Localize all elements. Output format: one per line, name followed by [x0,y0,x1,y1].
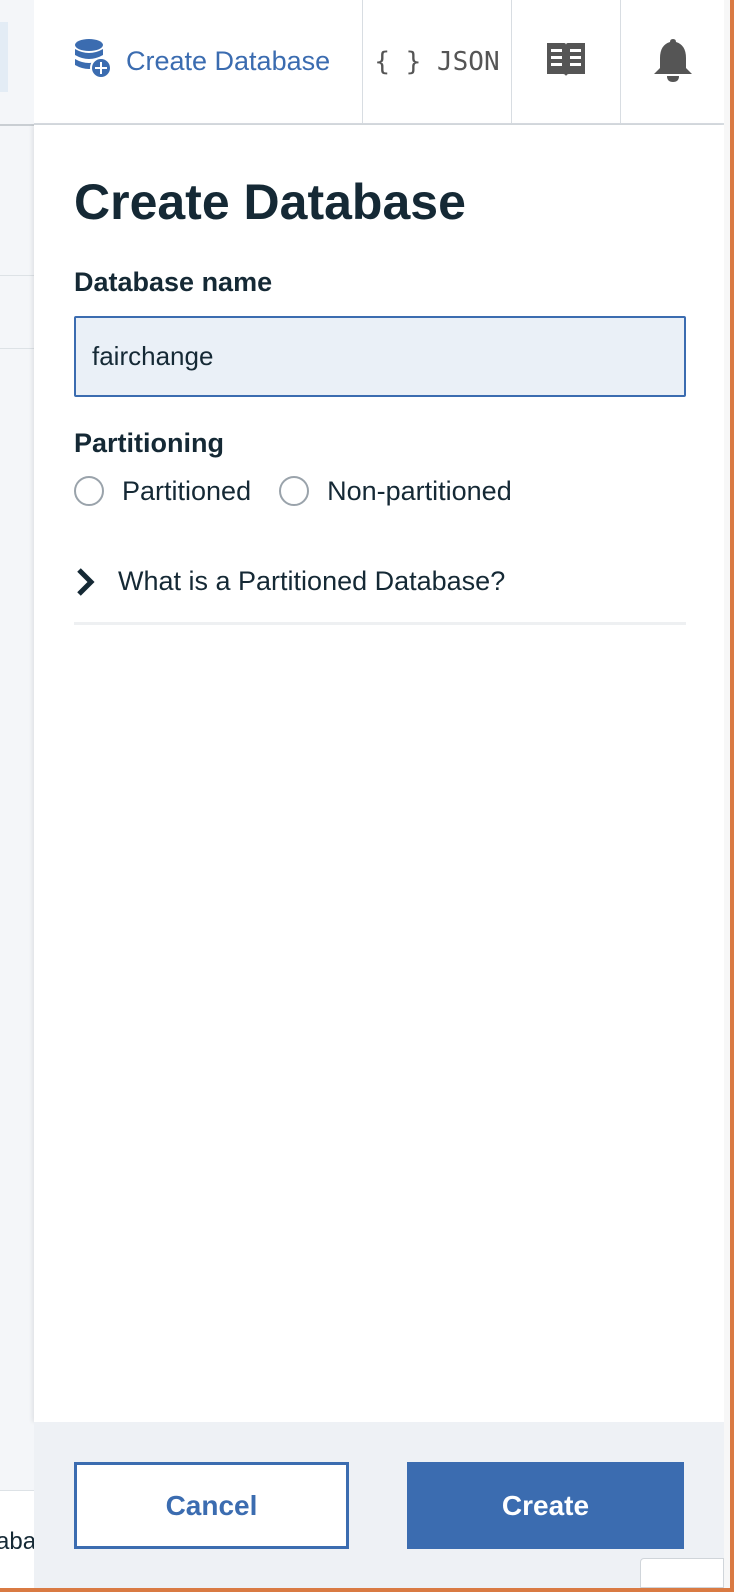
background-input [0,22,8,92]
background-partial-text: aba [0,1528,37,1555]
partitioned-database-info-accordion[interactable]: What is a Partitioned Database? [74,541,686,625]
database-name-label: Database name [74,267,273,297]
json-label: { } JSON [374,46,500,77]
bell-icon [652,36,694,87]
create-button[interactable]: Create [407,1462,684,1549]
background-divider [0,348,34,349]
background-divider [0,275,34,276]
documentation-button[interactable] [512,0,621,123]
panel-title: Create Database [74,174,466,230]
radio-circle[interactable] [74,476,104,506]
create-database-header-button[interactable]: Create Database [34,0,363,123]
create-database-panel: Create Database Database name Partitioni… [34,125,724,1422]
create-database-header-label: Create Database [126,46,331,76]
background-divider [0,124,34,126]
background-app [0,0,34,1592]
partitioning-radio-group: Partitioned Non-partitioned [74,471,540,511]
panel-footer: Cancel Create [34,1422,724,1588]
accordion-label: What is a Partitioned Database? [118,566,506,596]
cancel-button[interactable]: Cancel [74,1462,349,1549]
corner-widget [640,1558,724,1588]
radio-non-partitioned[interactable]: Non-partitioned [279,476,512,507]
book-icon [545,40,587,83]
json-view-button[interactable]: { } JSON [363,0,512,123]
radio-label: Non-partitioned [327,475,512,506]
notifications-button[interactable] [621,0,724,123]
partitioning-label: Partitioning [74,428,224,458]
database-name-input[interactable] [74,316,686,397]
radio-label: Partitioned [122,475,252,506]
radio-circle[interactable] [279,476,310,506]
app-window: aba Create Database { } JSON Create Data… [0,0,734,1592]
radio-partitioned[interactable]: Partitioned [74,476,251,507]
top-header: Create Database { } JSON [34,0,724,125]
database-add-icon [74,38,112,85]
window-border-bottom [0,1588,734,1592]
chevron-right-icon [74,567,98,597]
window-border-right [730,0,734,1592]
